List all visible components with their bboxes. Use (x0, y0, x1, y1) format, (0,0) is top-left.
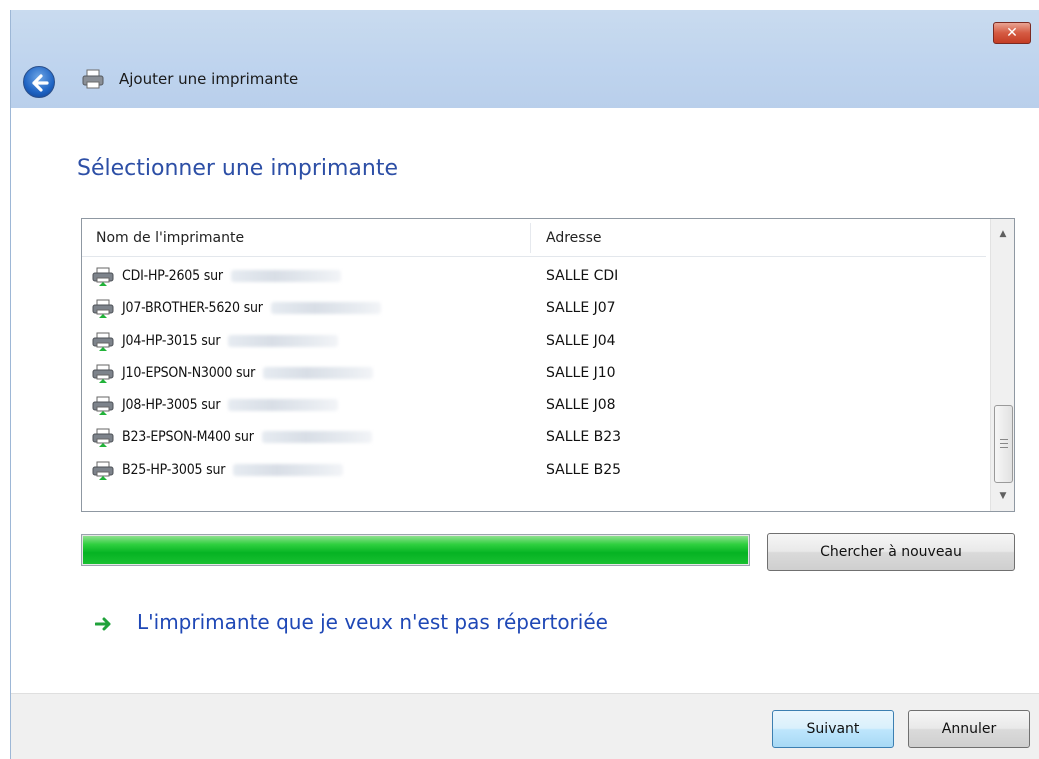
printer-name: B23-EPSON-M400 sur (122, 429, 372, 445)
cancel-button[interactable]: Annuler (908, 710, 1030, 748)
redacted-host (233, 463, 344, 476)
next-button[interactable]: Suivant (772, 710, 894, 748)
title-bar: ✕ Ajouter une imprimante (11, 10, 1039, 108)
green-arrow-icon (95, 617, 111, 631)
printer-address: SALLE CDI (546, 268, 619, 284)
list-item[interactable]: J10-EPSON-N3000 sur SALLE J10 (82, 358, 986, 390)
printer-rows: CDI-HP-2605 sur SALLE CDI J07-BROTHER-56… (82, 261, 986, 487)
network-printer-icon (92, 396, 114, 416)
scroll-up-icon[interactable]: ▲ (997, 229, 1009, 239)
search-progress-bar (81, 534, 750, 566)
printer-name: J04-HP-3015 sur (122, 333, 339, 349)
list-item[interactable]: J07-BROTHER-5620 sur SALLE J07 (82, 293, 986, 325)
printer-address: SALLE J08 (546, 397, 616, 414)
printer-address: SALLE J04 (546, 332, 616, 349)
printer-address: SALLE B23 (546, 429, 622, 446)
network-printer-icon (92, 364, 114, 383)
column-divider[interactable] (530, 223, 531, 253)
network-printer-icon (92, 299, 114, 319)
progress-fill (83, 536, 748, 564)
printer-list[interactable]: Nom de l'imprimante Adresse CDI-HP-2605 … (81, 218, 1015, 512)
redacted-host (270, 302, 381, 315)
close-button[interactable]: ✕ (993, 22, 1031, 44)
grip-icon (1000, 439, 1008, 448)
network-printer-icon (92, 461, 114, 480)
add-printer-window: ✕ Ajouter une imprimante Sélectionner un… (10, 10, 1039, 759)
close-icon: ✕ (1006, 25, 1018, 41)
back-button[interactable] (23, 66, 55, 98)
printer-name: B25-HP-3005 sur (122, 462, 344, 478)
redacted-host (263, 366, 374, 379)
redacted-host (228, 399, 339, 412)
printer-address: SALLE B25 (546, 461, 622, 478)
window-title: Ajouter une imprimante (119, 70, 299, 88)
printer-name: J10-EPSON-N3000 sur (122, 365, 374, 381)
search-again-button[interactable]: Chercher à nouveau (767, 533, 1015, 571)
list-scrollbar[interactable]: ▲ ▼ (990, 219, 1014, 511)
printer-name: CDI-HP-2605 sur (122, 268, 341, 284)
list-header: Nom de l'imprimante Adresse (82, 219, 986, 257)
wizard-content: Sélectionner une imprimante Nom de l'imp… (11, 108, 1039, 693)
list-item[interactable]: B23-EPSON-M400 sur SALLE B23 (82, 422, 986, 454)
printer-address: SALLE J10 (546, 364, 616, 381)
wizard-footer: Suivant Annuler (11, 693, 1039, 759)
column-header-address[interactable]: Adresse (546, 230, 601, 246)
back-arrow-icon (32, 74, 49, 92)
network-printer-icon (92, 428, 114, 448)
printer-icon (82, 69, 104, 89)
redacted-host (228, 334, 339, 347)
redacted-host (261, 431, 372, 444)
list-item[interactable]: J04-HP-3015 sur SALLE J04 (82, 326, 986, 358)
list-item[interactable]: B25-HP-3005 sur SALLE B25 (82, 455, 986, 487)
list-item[interactable]: CDI-HP-2605 sur SALLE CDI (82, 261, 986, 293)
printer-not-listed-label[interactable]: L'imprimante que je veux n'est pas réper… (137, 610, 608, 634)
printer-address: SALLE J07 (546, 300, 616, 317)
network-printer-icon (92, 332, 114, 351)
scroll-down-icon[interactable]: ▼ (997, 491, 1009, 501)
network-printer-icon (92, 267, 114, 286)
page-title: Sélectionner une imprimante (77, 156, 398, 181)
column-header-name[interactable]: Nom de l'imprimante (96, 230, 244, 246)
printer-name: J07-BROTHER-5620 sur (122, 300, 381, 316)
list-item[interactable]: J08-HP-3005 sur SALLE J08 (82, 390, 986, 422)
printer-name: J08-HP-3005 sur (122, 397, 339, 413)
redacted-host (230, 270, 341, 282)
scroll-thumb[interactable] (994, 405, 1013, 483)
